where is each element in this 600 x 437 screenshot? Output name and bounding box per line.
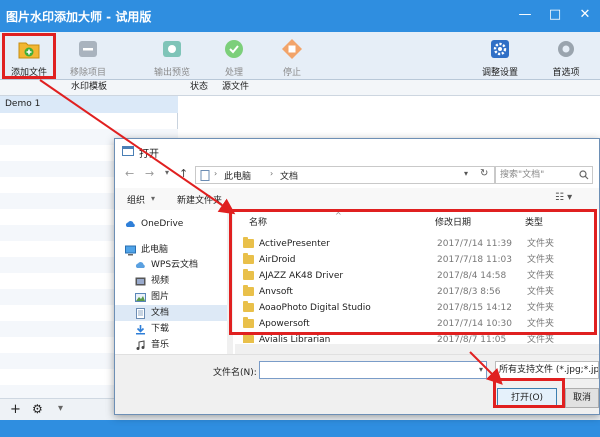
annotation-arrows: [39, 79, 503, 385]
arrow-to-file-list: [39, 79, 236, 215]
arrow-to-open-button: [469, 351, 503, 385]
